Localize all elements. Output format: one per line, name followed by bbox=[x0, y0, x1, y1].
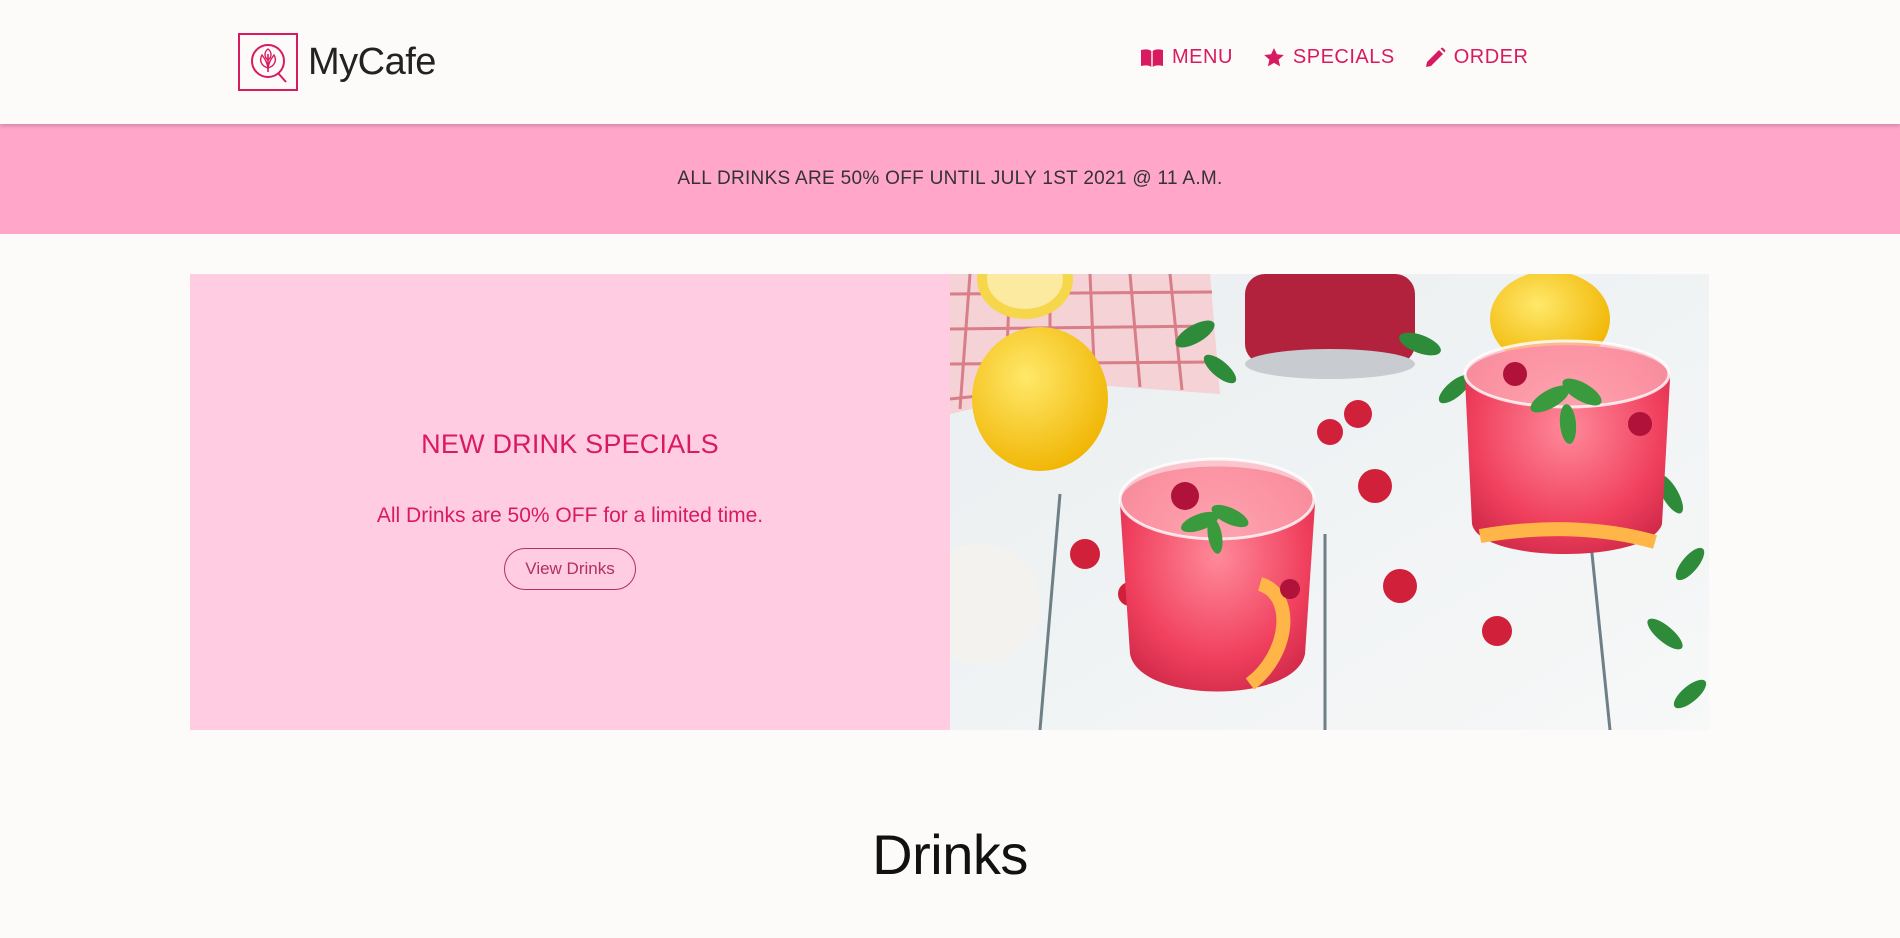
nav-item-label: ORDER bbox=[1453, 46, 1529, 68]
main-nav: MENU SPECIALS ORDER bbox=[1140, 46, 1528, 69]
nav-item-specials[interactable]: SPECIALS bbox=[1263, 46, 1395, 69]
nav-item-label: SPECIALS bbox=[1292, 46, 1395, 68]
brand-link[interactable]: MyCafe bbox=[238, 33, 436, 91]
view-drinks-button[interactable]: View Drinks bbox=[504, 547, 636, 590]
nav-item-order[interactable]: ORDER bbox=[1425, 46, 1529, 69]
announcement-banner: ALL DRINKS ARE 50% OFF UNTIL JULY 1ST 20… bbox=[0, 124, 1900, 234]
star-icon bbox=[1263, 47, 1285, 68]
book-open-icon bbox=[1140, 48, 1164, 68]
drinks-section-title: Drinks bbox=[872, 823, 1028, 886]
nav-item-menu[interactable]: MENU bbox=[1140, 46, 1233, 69]
hero-subtitle: All Drinks are 50% OFF for a limited tim… bbox=[376, 503, 764, 527]
hero-drinks-photo bbox=[950, 274, 1709, 730]
hero-title: NEW DRINK SPECIALS bbox=[421, 428, 719, 459]
pencil-icon bbox=[1425, 47, 1446, 68]
hero-section: NEW DRINK SPECIALS All Drinks are 50% OF… bbox=[190, 274, 1709, 730]
announcement-text: ALL DRINKS ARE 50% OFF UNTIL JULY 1ST 20… bbox=[677, 168, 1223, 189]
site-header: MyCafe MENU SPECIALS ORDER bbox=[0, 0, 1900, 124]
brand-name: MyCafe bbox=[308, 40, 436, 83]
hero-text-panel: NEW DRINK SPECIALS All Drinks are 50% OF… bbox=[190, 274, 950, 730]
nav-item-label: MENU bbox=[1172, 46, 1233, 68]
coffee-leaf-icon bbox=[238, 33, 298, 91]
